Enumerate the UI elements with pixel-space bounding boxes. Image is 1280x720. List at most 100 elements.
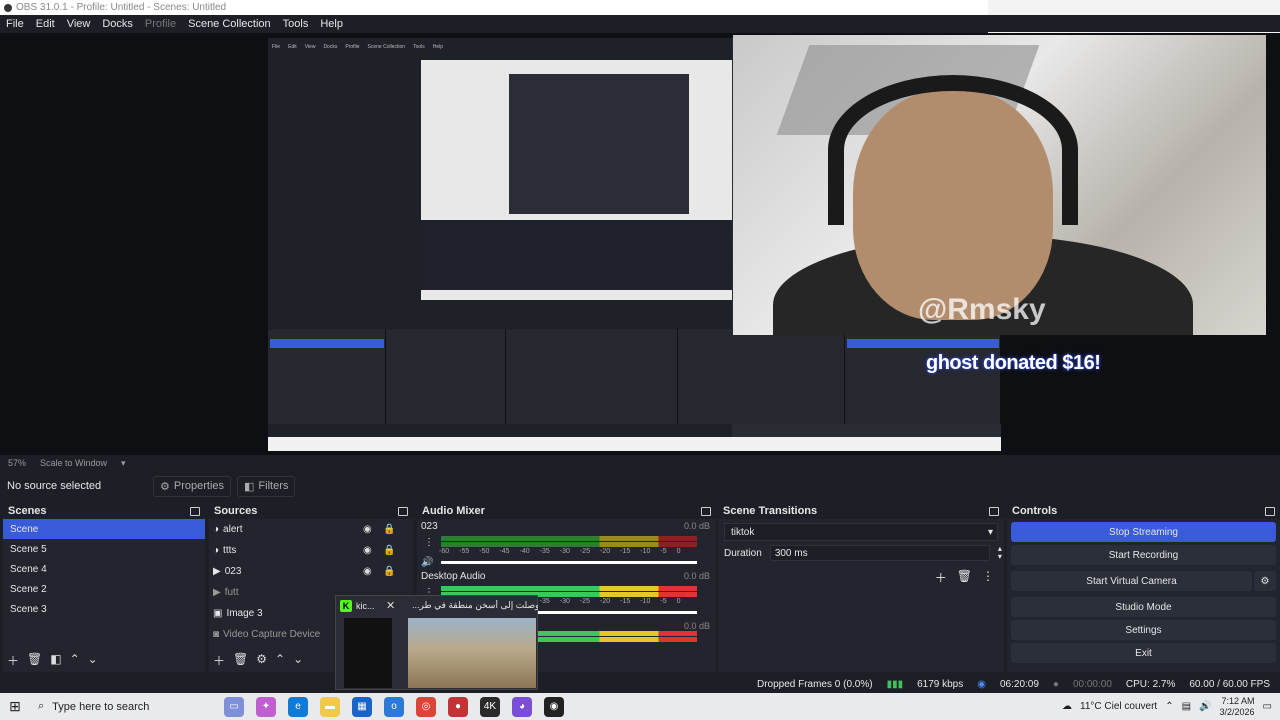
transitions-toolbar: ＋ 🗑 ⋮ <box>935 569 994 586</box>
windows-start-icon[interactable]: ⊞ <box>0 698 30 715</box>
menu-edit[interactable]: Edit <box>36 18 55 30</box>
source-label: alert <box>223 524 243 535</box>
scene-item[interactable]: Scene 3 <box>3 599 205 619</box>
trash-icon[interactable]: 🗑 <box>957 569 972 586</box>
sources-title: Sources <box>214 505 258 517</box>
4k-app-icon[interactable]: 4K <box>480 696 500 717</box>
obs-icon[interactable]: ◉ <box>544 696 564 717</box>
undock-icon[interactable] <box>398 506 408 516</box>
exit-button[interactable]: Exit <box>1011 643 1276 663</box>
undock-icon[interactable] <box>701 506 711 516</box>
copilot-icon[interactable]: ✦ <box>256 696 276 717</box>
eye-icon[interactable]: ◉ <box>363 524 372 535</box>
webcam-feed: @Rmsky <box>733 35 1266 335</box>
transitions-header: Scene Transitions <box>718 503 1004 519</box>
filter-icon[interactable]: ◧ <box>50 652 61 669</box>
transition-select[interactable]: tiktok ▾ <box>724 523 998 541</box>
chevron-down-icon[interactable]: ⌄ <box>293 652 303 669</box>
controls-dock: Controls Stop Streaming Start Recording … <box>1007 503 1280 672</box>
undock-icon[interactable] <box>1265 506 1275 516</box>
more-icon[interactable]: ⋮ <box>424 537 434 548</box>
menu-docks[interactable]: Docks <box>102 18 133 30</box>
source-item[interactable]: ▶ 023 ◉ 🔒 <box>209 561 413 582</box>
undock-icon[interactable] <box>989 506 999 516</box>
start-recording-button[interactable]: Start Recording <box>1011 545 1276 565</box>
menu-tools[interactable]: Tools <box>283 18 309 30</box>
filters-button[interactable]: ◧ Filters <box>237 475 296 497</box>
scenes-toolbar: ＋ 🗑 ◧ ⌃ ⌄ <box>7 652 98 669</box>
close-icon[interactable]: ✕ <box>386 599 395 612</box>
eye-icon[interactable]: ◉ <box>363 545 372 556</box>
chevron-down-icon[interactable]: ⌄ <box>88 652 98 669</box>
network-icon[interactable]: ▤ <box>1182 701 1191 712</box>
duration-input[interactable]: 300 ms <box>769 545 990 561</box>
menu-scene-collection[interactable]: Scene Collection <box>188 18 271 30</box>
app-icon[interactable]: ● <box>448 696 468 717</box>
chevron-up-icon[interactable]: ⌃ <box>275 652 285 669</box>
properties-button[interactable]: ⚙ Properties <box>153 475 232 497</box>
chevron-up-icon[interactable]: ⌃ <box>1165 701 1173 712</box>
play-icon: ▶ <box>213 566 221 577</box>
source-item[interactable]: ◑ ttts ◉ 🔒 <box>209 540 413 561</box>
clock-date: 3/2/2026 <box>1219 706 1255 717</box>
filter-icon: ◧ <box>244 480 255 493</box>
outlook-icon[interactable]: o <box>384 696 404 717</box>
scene-item[interactable]: Scene <box>3 519 205 539</box>
taskbar-search[interactable]: ⌕ Type here to search <box>30 693 220 720</box>
volume-icon[interactable]: 🔊 <box>1199 701 1211 712</box>
scene-item[interactable]: Scene 2 <box>3 579 205 599</box>
zoom-level: 57% <box>8 458 27 468</box>
add-icon[interactable]: ＋ <box>7 652 19 669</box>
settings-button[interactable]: Settings <box>1011 620 1276 640</box>
scale-mode[interactable]: Scale to Window <box>40 458 107 468</box>
stream-icon: ◉ <box>977 679 986 690</box>
edge-icon[interactable]: e <box>288 696 308 717</box>
eye-icon[interactable]: ◉ <box>363 566 372 577</box>
scene-transitions-dock: Scene Transitions tiktok ▾ Duration 300 … <box>718 503 1004 672</box>
search-placeholder: Type here to search <box>52 700 150 713</box>
transition-selected: tiktok <box>731 526 755 538</box>
trash-icon[interactable]: 🗑 <box>233 652 248 669</box>
scene-item[interactable]: Scene 5 <box>3 539 205 559</box>
scene-item[interactable]: Scene 4 <box>3 559 205 579</box>
chrome-icon[interactable]: ◎ <box>416 696 436 717</box>
gear-icon[interactable]: ⚙ <box>1254 571 1276 591</box>
clock[interactable]: 7:12 AM 3/2/2026 <box>1220 696 1255 718</box>
thumbnail-title: ...وصلت إلى أسخن منطقة في طر <box>412 600 538 610</box>
add-icon[interactable]: ＋ <box>213 652 225 669</box>
spinner-icon[interactable]: ▴ ▾ <box>998 545 1002 561</box>
speaker-icon[interactable]: 🔊 <box>421 557 433 568</box>
menu-view[interactable]: View <box>67 18 91 30</box>
add-icon[interactable]: ＋ <box>935 569 947 586</box>
weather-text[interactable]: 11°C Ciel couvert <box>1080 701 1157 712</box>
headset-shape <box>828 75 1078 225</box>
thumbnail-preview[interactable] <box>344 618 392 688</box>
more-icon[interactable]: ⋮ <box>982 569 994 586</box>
thumbnail-preview[interactable] <box>408 618 536 688</box>
start-virtual-camera-button[interactable]: Start Virtual Camera <box>1011 571 1252 591</box>
chevron-up-icon[interactable]: ⌃ <box>70 652 80 669</box>
undock-icon[interactable] <box>190 506 200 516</box>
menu-file[interactable]: File <box>6 18 24 30</box>
lock-icon[interactable]: 🔒 <box>383 524 395 535</box>
source-item[interactable]: ◑ alert ◉ 🔒 <box>209 519 413 540</box>
store-icon[interactable]: ▦ <box>352 696 372 717</box>
folder-icon[interactable]: ▬ <box>320 696 340 717</box>
lock-icon[interactable]: 🔒 <box>383 545 395 556</box>
chevron-down-icon[interactable]: ▾ <box>121 458 126 469</box>
menu-help[interactable]: Help <box>320 18 343 30</box>
studio-mode-button[interactable]: Studio Mode <box>1011 597 1276 617</box>
menu-profile[interactable]: Profile <box>145 18 176 30</box>
audio-mixer-header: Audio Mixer <box>417 503 716 519</box>
trash-icon[interactable]: 🗑 <box>27 652 42 669</box>
thumbnail-tab-chrome[interactable]: ...وصلت إلى أسخن منطقة في طر <box>408 600 538 611</box>
volume-meter <box>441 536 697 541</box>
notification-icon[interactable]: ▭ <box>1263 701 1272 712</box>
volume-slider[interactable] <box>441 561 697 564</box>
gear-icon[interactable]: ⚙ <box>256 652 267 669</box>
lock-icon[interactable]: 🔒 <box>383 566 395 577</box>
nested-screen-inner <box>509 74 689 214</box>
stop-streaming-button[interactable]: Stop Streaming <box>1011 522 1276 542</box>
task-view-icon[interactable]: ▭ <box>224 696 244 717</box>
discord-icon[interactable]: ◕ <box>512 696 532 717</box>
